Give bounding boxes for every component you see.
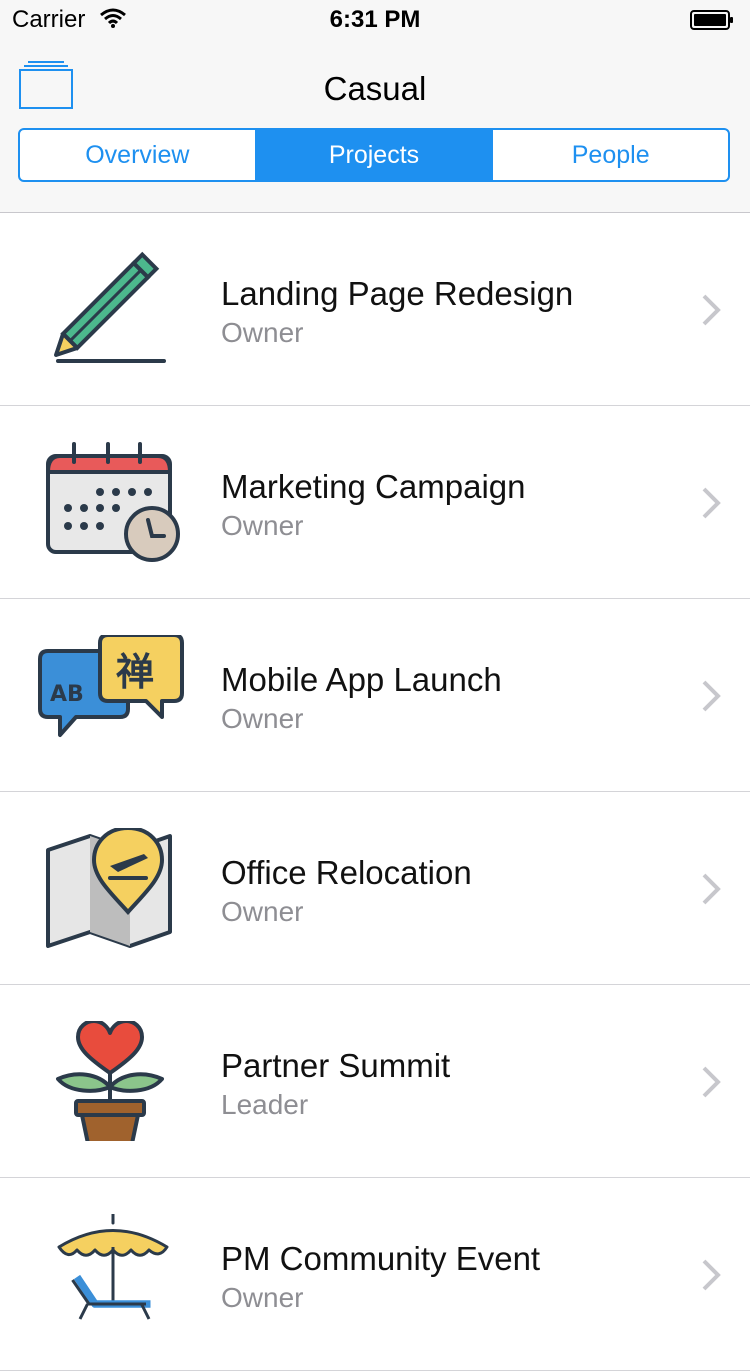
- list-item[interactable]: AB 禅 Mobile App Launch Owner: [0, 599, 750, 792]
- chevron-right-icon: [702, 487, 721, 519]
- page-title: Casual: [323, 70, 427, 107]
- tab-people[interactable]: People: [493, 130, 728, 180]
- project-role: Owner: [221, 1282, 304, 1313]
- tab-overview[interactable]: Overview: [20, 130, 257, 180]
- list-item[interactable]: PM Community Event Owner: [0, 1178, 750, 1371]
- calendar-clock-icon: [45, 442, 180, 562]
- project-role: Owner: [221, 317, 304, 348]
- segmented-control: Overview Projects People: [18, 128, 730, 182]
- status-bar: Carrier 6:31 PM: [0, 0, 750, 40]
- project-title: Office Relocation: [221, 854, 472, 891]
- translate-bubbles-icon: AB 禅: [38, 635, 184, 737]
- chevron-right-icon: [702, 1259, 721, 1291]
- map-pin-plane-icon: [46, 828, 172, 948]
- heart-plant-icon: [56, 1021, 164, 1141]
- chevron-right-icon: [702, 294, 721, 326]
- project-title: Mobile App Launch: [221, 661, 502, 698]
- project-list: Landing Page Redesign Owner Marketing Ca…: [0, 213, 750, 1371]
- svg-text:AB: AB: [50, 682, 84, 707]
- project-title: Landing Page Redesign: [221, 275, 574, 312]
- battery-icon: [690, 10, 733, 30]
- navigation-bar: Casual Overview Projects People: [0, 40, 750, 213]
- project-title: Partner Summit: [221, 1047, 451, 1084]
- project-title: Marketing Campaign: [221, 468, 526, 505]
- project-role: Owner: [221, 896, 304, 927]
- list-item[interactable]: Office Relocation Owner: [0, 792, 750, 985]
- svg-text:禅: 禅: [116, 650, 154, 694]
- project-role: Owner: [221, 703, 304, 734]
- project-role: Owner: [221, 510, 304, 541]
- list-item[interactable]: Marketing Campaign Owner: [0, 406, 750, 599]
- project-role: Leader: [221, 1089, 309, 1120]
- chevron-right-icon: [702, 680, 721, 712]
- project-title: PM Community Event: [221, 1240, 541, 1277]
- pencil-icon: [54, 251, 166, 363]
- chevron-right-icon: [702, 873, 721, 905]
- list-item[interactable]: Partner Summit Leader: [0, 985, 750, 1178]
- beach-umbrella-icon: [57, 1214, 169, 1320]
- list-item[interactable]: Landing Page Redesign Owner: [0, 213, 750, 406]
- chevron-right-icon: [702, 1066, 721, 1098]
- clock-time: 6:31 PM: [329, 6, 421, 33]
- tab-projects[interactable]: Projects: [256, 130, 494, 180]
